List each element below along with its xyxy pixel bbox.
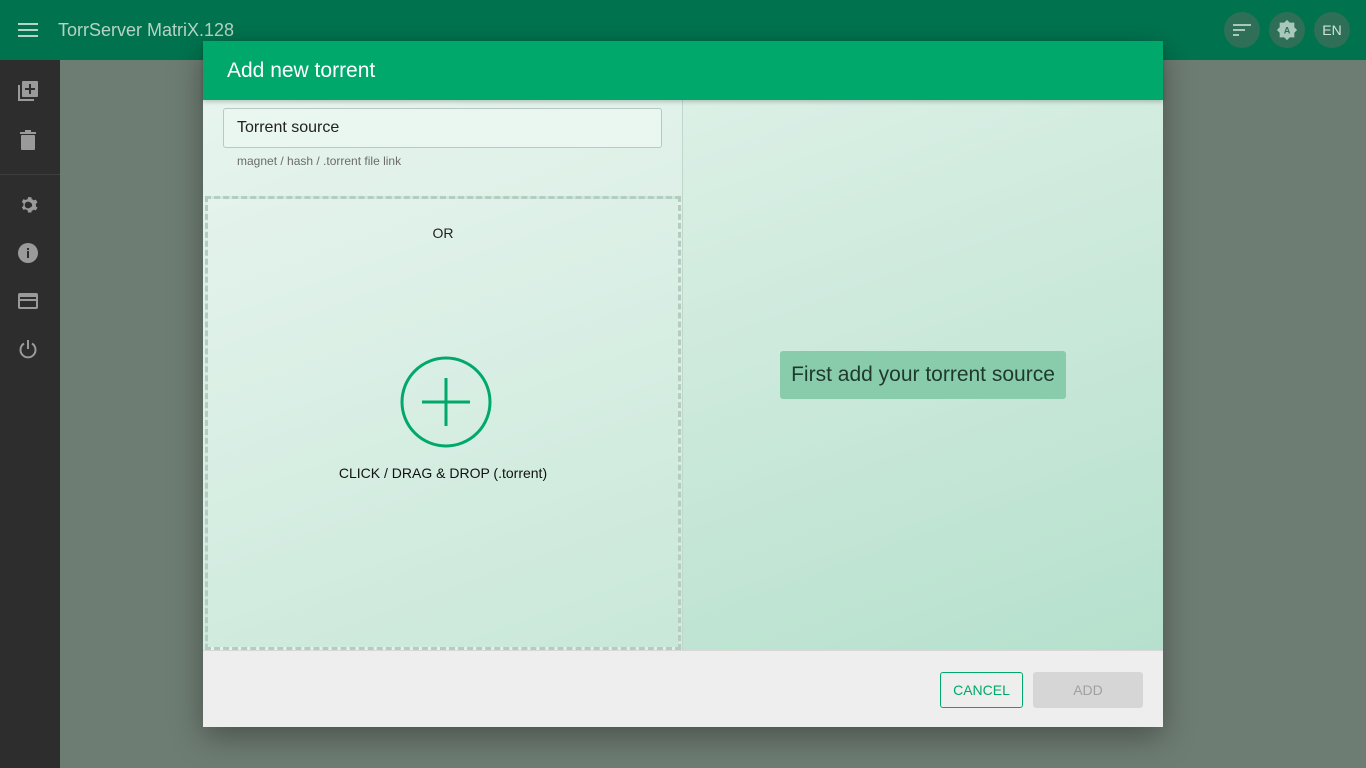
add-circle-icon — [400, 356, 492, 448]
sidebar — [0, 60, 60, 768]
app-title: TorrServer MatriX.128 — [58, 19, 235, 40]
dropzone-label: CLICK / DRAG & DROP (.torrent) — [338, 465, 548, 481]
info-icon[interactable] — [17, 242, 39, 264]
svg-text:A: A — [1284, 26, 1291, 36]
add-torrent-dialog: Add new torrent magnet / hash / .torrent… — [203, 41, 1163, 727]
dialog-header: Add new torrent — [203, 41, 1163, 100]
auto-theme-icon[interactable]: A — [1269, 12, 1305, 48]
card-icon[interactable] — [17, 290, 39, 312]
power-icon[interactable] — [17, 338, 39, 360]
dialog-body: magnet / hash / .torrent file link OR CL… — [203, 100, 1163, 650]
empty-hint: First add your torrent source — [780, 351, 1066, 399]
sidebar-divider — [0, 174, 60, 175]
add-button[interactable]: ADD — [1033, 672, 1143, 708]
sort-icon[interactable] — [1224, 12, 1260, 48]
dialog-title: Add new torrent — [227, 58, 376, 82]
dialog-footer: CANCEL ADD — [203, 650, 1163, 727]
source-pane: magnet / hash / .torrent file link OR CL… — [203, 100, 683, 650]
add-library-icon[interactable] — [17, 80, 39, 102]
cancel-button[interactable]: CANCEL — [940, 672, 1023, 708]
menu-icon[interactable] — [0, 0, 56, 60]
trash-icon[interactable] — [17, 129, 39, 151]
or-label: OR — [432, 225, 454, 241]
torrent-dropzone[interactable]: OR CLICK / DRAG & DROP (.torrent) — [205, 196, 681, 650]
torrent-source-input[interactable] — [223, 108, 662, 148]
language-button[interactable]: EN — [1314, 12, 1350, 48]
source-helper-text: magnet / hash / .torrent file link — [237, 154, 402, 168]
preview-pane: First add your torrent source — [683, 100, 1163, 650]
settings-icon[interactable] — [17, 194, 39, 216]
